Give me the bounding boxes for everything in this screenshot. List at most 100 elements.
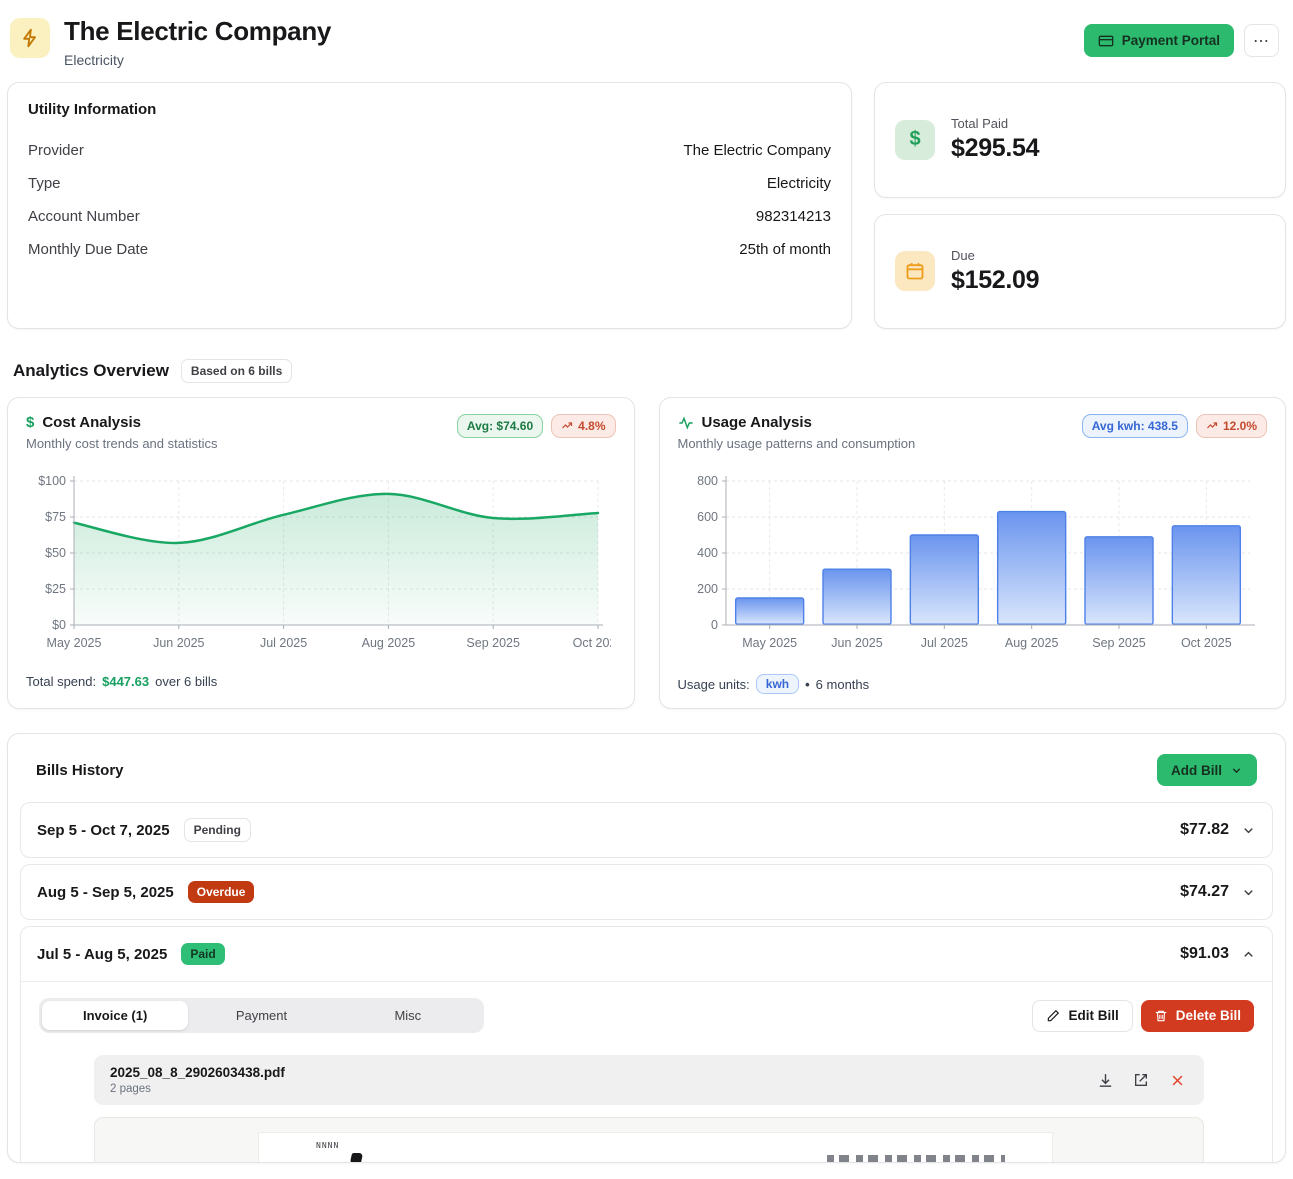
svg-text:$50: $50 (45, 546, 66, 560)
bills-history-title: Bills History (36, 762, 124, 779)
svg-text:$0: $0 (52, 618, 66, 632)
svg-text:0: 0 (711, 618, 718, 632)
usage-chart: 0 200 400 600 800 May 2025 Jun 2025 Jul 2025 Aug… (678, 467, 1263, 659)
svg-text:May 2025: May 2025 (47, 636, 102, 650)
svg-text:600: 600 (697, 510, 718, 524)
usage-analysis-subtitle: Monthly usage patterns and consumption (678, 436, 916, 451)
total-paid-label: Total Paid (951, 116, 1039, 131)
add-bill-button[interactable]: Add Bill (1157, 754, 1257, 786)
edit-bill-button[interactable]: Edit Bill (1032, 1000, 1132, 1032)
delete-bill-button[interactable]: Delete Bill (1141, 1000, 1254, 1032)
bolt-icon (10, 18, 50, 58)
status-badge: Pending (184, 818, 251, 842)
svg-text:Sep 2025: Sep 2025 (466, 636, 520, 650)
bill-row: Aug 5 - Sep 5, 2025 Overdue $74.27 (20, 864, 1273, 920)
bill-amount: $74.27 (1180, 883, 1229, 901)
chevron-down-icon (1241, 823, 1256, 838)
status-badge: Paid (181, 943, 224, 965)
page-header: The Electric Company Electricity Payment… (7, 0, 1286, 82)
usage-analysis-card: Usage Analysis Monthly usage patterns an… (659, 397, 1287, 709)
trend-up-icon (1206, 420, 1218, 432)
pdf-header-text: NNNN (316, 1141, 339, 1150)
svg-text:Oct 2025: Oct 2025 (573, 636, 611, 650)
bill-amount: $77.82 (1180, 821, 1229, 839)
svg-text:200: 200 (697, 582, 718, 596)
due-card: Due $152.09 (874, 214, 1286, 330)
cost-analysis-subtitle: Monthly cost trends and statistics (26, 436, 217, 451)
pencil-icon (1046, 1009, 1060, 1023)
usage-chart-footer: Usage units: kwh • 6 months (678, 674, 1268, 694)
svg-text:Jun 2025: Jun 2025 (831, 636, 882, 650)
utility-dashboard-page: The Electric Company Electricity Payment… (0, 0, 1293, 1179)
due-label: Due (951, 248, 1039, 263)
attachment-pages: 2 pages (110, 1083, 285, 1095)
tab-invoice[interactable]: Invoice (1) (42, 1001, 188, 1030)
bills-count-badge: Based on 6 bills (181, 359, 292, 383)
svg-text:$25: $25 (45, 582, 66, 596)
bill-row-toggle[interactable]: Jul 5 - Aug 5, 2025 Paid $91.03 (21, 927, 1272, 981)
status-badge: Overdue (188, 881, 255, 903)
chevron-up-icon (1241, 947, 1256, 962)
total-spend-value: $447.63 (102, 674, 149, 689)
pdf-logo-mark (350, 1153, 363, 1163)
bill-row-toggle[interactable]: Sep 5 - Oct 7, 2025 Pending $77.82 (21, 803, 1272, 857)
bill-row-toggle[interactable]: Aug 5 - Sep 5, 2025 Overdue $74.27 (21, 865, 1272, 919)
cost-analysis-title: Cost Analysis (42, 414, 141, 431)
svg-text:Aug 2025: Aug 2025 (1004, 636, 1058, 650)
credit-card-icon (1098, 33, 1114, 49)
chevron-down-icon (1241, 885, 1256, 900)
svg-text:May 2025: May 2025 (742, 636, 797, 650)
external-link-icon[interactable] (1130, 1069, 1152, 1091)
total-paid-value: $295.54 (951, 134, 1039, 163)
utility-row-account-number: Account Number 982314213 (28, 208, 831, 225)
svg-text:400: 400 (697, 546, 718, 560)
dollar-icon: $ (26, 414, 34, 431)
remove-attachment-icon[interactable] (1166, 1069, 1188, 1091)
utility-row-type: Type Electricity (28, 175, 831, 192)
svg-text:800: 800 (697, 474, 718, 488)
utility-information-card: Utility Information Provider The Electri… (7, 82, 852, 329)
svg-text:$100: $100 (38, 474, 66, 488)
utility-information-title: Utility Information (28, 101, 831, 118)
ellipsis-icon: ⋯ (1253, 31, 1270, 51)
pdf-page: NNNN (258, 1132, 1053, 1163)
trend-up-icon (561, 420, 573, 432)
svg-text:Jul 2025: Jul 2025 (920, 636, 967, 650)
utility-row-provider: Provider The Electric Company (28, 142, 831, 159)
tab-misc[interactable]: Misc (335, 1001, 481, 1030)
bill-row: Sep 5 - Oct 7, 2025 Pending $77.82 (20, 802, 1273, 858)
bills-history-card: Bills History Add Bill Sep 5 - Oct 7, 20… (7, 733, 1286, 1163)
usage-trend-badge: 12.0% (1196, 414, 1267, 438)
calendar-icon (895, 251, 935, 291)
svg-text:Sep 2025: Sep 2025 (1092, 636, 1146, 650)
more-options-button[interactable]: ⋯ (1244, 24, 1279, 57)
cost-average-badge: Avg: $74.60 (457, 414, 543, 438)
kwh-unit-badge: kwh (756, 674, 799, 694)
svg-text:Aug 2025: Aug 2025 (362, 636, 416, 650)
cost-chart-footer: Total spend: $447.63 over 6 bills (26, 674, 616, 689)
usage-analysis-title: Usage Analysis (702, 414, 812, 431)
svg-text:Jul 2025: Jul 2025 (260, 636, 307, 650)
svg-text:Jun 2025: Jun 2025 (153, 636, 204, 650)
usage-average-badge: Avg kwh: 438.5 (1082, 414, 1188, 438)
analytics-overview-title: Analytics Overview (13, 361, 169, 381)
pdf-clipped-text (827, 1155, 1005, 1162)
bill-row-expanded: Jul 5 - Aug 5, 2025 Paid $91.03 Invoice … (20, 926, 1273, 1163)
bill-amount: $91.03 (1180, 945, 1229, 963)
cost-analysis-card: $ Cost Analysis Monthly cost trends and … (7, 397, 635, 709)
download-icon[interactable] (1094, 1069, 1116, 1091)
activity-icon (678, 415, 694, 431)
utility-row-due-date: Monthly Due Date 25th of month (28, 241, 831, 258)
bill-detail-tabs: Invoice (1) Payment Misc (39, 998, 484, 1033)
payment-portal-button[interactable]: Payment Portal (1084, 24, 1234, 57)
svg-text:$75: $75 (45, 510, 66, 524)
page-subtitle: Electricity (64, 52, 331, 68)
attachment-filename: 2025_08_8_2902603438.pdf (110, 1065, 285, 1080)
tab-payment[interactable]: Payment (188, 1001, 334, 1030)
due-value: $152.09 (951, 266, 1039, 295)
pdf-preview: NNNN (94, 1117, 1204, 1163)
page-title: The Electric Company (64, 16, 331, 47)
chevron-down-icon (1230, 764, 1243, 777)
cost-chart: $0 $25 $50 $75 $100 May 2025 Jun 2025 Jul 2025 A… (26, 467, 611, 659)
svg-text:Oct 2025: Oct 2025 (1180, 636, 1231, 650)
